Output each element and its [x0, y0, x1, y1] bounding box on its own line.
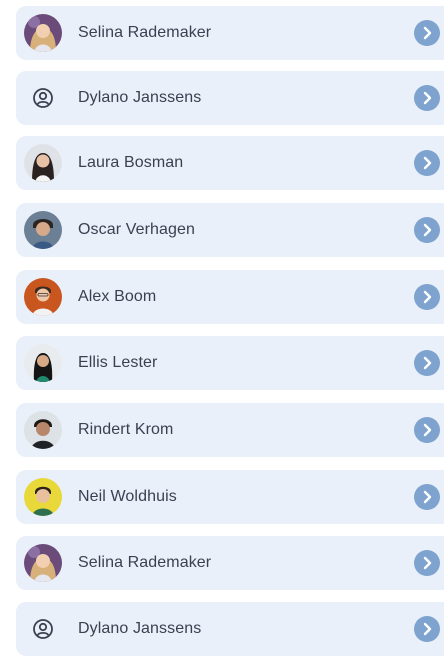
chevron-right-icon[interactable] [414, 85, 440, 111]
chevron-right-icon[interactable] [414, 550, 440, 576]
contact-name: Selina Rademaker [78, 554, 212, 571]
chevron-right-icon[interactable] [414, 417, 440, 443]
contact-row[interactable]: Oscar Verhagen [16, 203, 444, 257]
contact-name: Ellis Lester [78, 354, 158, 371]
avatar [24, 544, 62, 582]
chevron-right-icon[interactable] [414, 20, 440, 46]
avatar [24, 411, 62, 449]
contact-name: Selina Rademaker [78, 24, 212, 41]
contact-name: Alex Boom [78, 288, 157, 305]
contact-row[interactable]: Laura Bosman [16, 136, 444, 190]
avatar [24, 14, 62, 52]
chevron-right-icon[interactable] [414, 484, 440, 510]
contact-row[interactable]: Ellis Lester [16, 336, 444, 390]
contact-row[interactable]: Selina Rademaker [16, 536, 444, 590]
contact-row[interactable]: Selina Rademaker [16, 6, 444, 60]
user-circle-icon [24, 610, 62, 648]
contact-row[interactable]: Dylano Janssens [16, 602, 444, 656]
avatar [24, 478, 62, 516]
contact-name: Dylano Janssens [78, 620, 202, 637]
chevron-right-icon[interactable] [414, 150, 440, 176]
avatar [24, 344, 62, 382]
chevron-right-icon[interactable] [414, 217, 440, 243]
chevron-right-icon[interactable] [414, 616, 440, 642]
avatar [24, 278, 62, 316]
contact-row[interactable]: Alex Boom [16, 270, 444, 324]
contact-row[interactable]: Neil Woldhuis [16, 470, 444, 524]
contact-row[interactable]: Rindert Krom [16, 403, 444, 457]
contact-name: Laura Bosman [78, 154, 184, 171]
contact-name: Oscar Verhagen [78, 221, 196, 238]
contact-list: Selina Rademaker Dylano Janssens Laura B… [0, 0, 444, 656]
contact-name: Rindert Krom [78, 421, 174, 438]
chevron-right-icon[interactable] [414, 284, 440, 310]
avatar [24, 211, 62, 249]
contact-name: Neil Woldhuis [78, 488, 177, 505]
contact-row[interactable]: Dylano Janssens [16, 71, 444, 125]
avatar [24, 144, 62, 182]
user-circle-icon [24, 79, 62, 117]
chevron-right-icon[interactable] [414, 350, 440, 376]
contact-name: Dylano Janssens [78, 89, 202, 106]
